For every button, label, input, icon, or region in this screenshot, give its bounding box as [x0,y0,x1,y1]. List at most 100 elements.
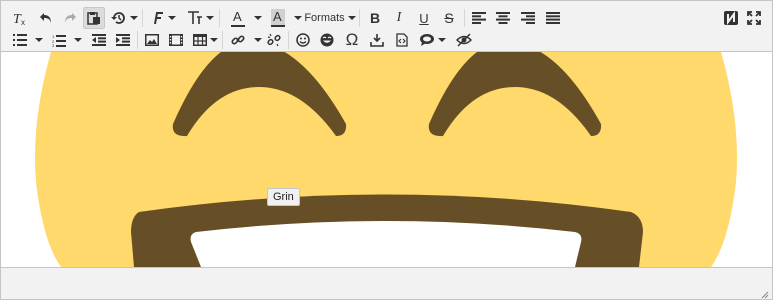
toolbar-divider [137,31,138,49]
editor-content-area[interactable] [1,52,772,267]
strikethrough-button[interactable]: S [438,7,460,29]
media-button[interactable] [165,29,187,51]
align-right-button[interactable] [517,7,539,29]
indent-button[interactable] [112,29,134,51]
toolbar: Tx A A Formats B I U S 1 2 3 Ω [1,1,772,52]
grin-emoji-image [35,52,737,267]
table-icon [192,34,207,46]
paste-button[interactable] [83,7,105,29]
history-button[interactable] [110,7,138,29]
tinymce-logo-button[interactable] [720,7,742,29]
formats-label: Formats [304,12,345,24]
numbered-list-button[interactable]: 123 [50,29,84,51]
undo-icon [39,11,53,25]
image-button[interactable] [141,29,163,51]
paste-icon [87,11,101,25]
code-icon [396,33,408,47]
font-family-button[interactable] [149,7,177,29]
font-family-icon [151,10,165,26]
chevron-down-icon [35,38,43,42]
clear-formatting-button[interactable]: Tx [9,7,31,29]
redo-icon [63,11,77,25]
bullet-list-icon [13,34,27,46]
align-justify-button[interactable] [542,7,564,29]
visual-blocks-button[interactable] [453,29,475,51]
italic-button[interactable]: I [388,7,410,29]
unlink-button[interactable] [263,29,285,51]
text-color-label: A [233,9,242,24]
align-justify-icon [546,12,560,24]
rich-text-editor: Tx A A Formats B I U S 1 2 3 Ω Grin [0,0,773,300]
font-size-icon [187,10,203,26]
chevron-down-icon [209,38,218,42]
outdent-button[interactable] [88,29,110,51]
link-icon [231,33,245,47]
emoji-button[interactable] [316,29,338,51]
insert-file-button[interactable] [366,29,388,51]
toolbar-divider [222,31,223,49]
status-bar [1,267,772,299]
svg-text:x: x [21,18,25,26]
bold-icon: B [369,10,381,26]
undo-button[interactable] [35,7,57,29]
chevron-down-icon [294,16,302,20]
clear-formatting-icon: Tx [12,10,28,26]
resize-handle-icon[interactable] [759,286,769,299]
align-right-icon [521,12,535,24]
code-button[interactable] [391,29,413,51]
fullscreen-icon [747,11,761,25]
italic-icon: I [396,10,402,25]
toolbar-divider [288,31,289,49]
text-color-icon: A [231,9,245,27]
toolbar-row-2: 123 Ω [1,29,772,51]
image-icon [145,34,159,46]
underline-button[interactable]: U [413,7,435,29]
emoticons-icon [296,33,310,47]
text-color-dropdown[interactable] [247,7,269,29]
emoticons-button[interactable] [292,29,314,51]
toolbar-divider [464,9,465,27]
indent-icon [116,34,130,46]
emoji-teeth [190,221,582,267]
bullet-list-button[interactable] [11,29,45,51]
chevron-down-icon [205,16,214,20]
background-color-label: A [273,9,282,24]
font-size-button[interactable] [186,7,214,29]
text-color-button[interactable]: A [227,7,249,29]
align-left-button[interactable] [468,7,490,29]
unlink-icon [267,33,281,47]
toolbar-divider [219,9,220,27]
comment-button[interactable] [418,29,446,51]
toolbar-divider [359,9,360,27]
align-center-button[interactable] [492,7,514,29]
chevron-down-icon [347,16,356,20]
background-color-button[interactable]: A [267,7,289,29]
tooltip: Grin [267,188,300,206]
table-button[interactable] [191,29,219,51]
visual-blocks-icon [456,33,472,47]
chevron-down-icon [74,38,82,42]
bold-button[interactable]: B [364,7,386,29]
chevron-down-icon [437,38,446,42]
chevron-down-icon [254,16,262,20]
formats-dropdown[interactable]: Formats [304,7,356,29]
fullscreen-button[interactable] [743,7,765,29]
toolbar-divider [142,9,143,27]
insert-file-icon [370,33,384,47]
background-color-icon: A [271,9,285,27]
chevron-down-icon [129,16,138,20]
outdent-icon [92,34,106,46]
redo-button[interactable] [59,7,81,29]
toolbar-row-1: Tx A A Formats B I U S [1,7,772,29]
tinymce-logo-icon [723,10,739,26]
history-icon [110,10,127,26]
comment-icon [419,33,435,47]
chevron-down-icon [167,16,176,20]
align-center-icon [496,12,510,24]
special-character-icon: Ω [345,30,359,49]
emoji-icon [320,33,334,47]
strikethrough-icon: S [444,10,454,26]
numbered-list-icon: 123 [52,34,66,47]
special-character-button[interactable]: Ω [341,29,363,51]
link-button[interactable] [227,29,249,51]
